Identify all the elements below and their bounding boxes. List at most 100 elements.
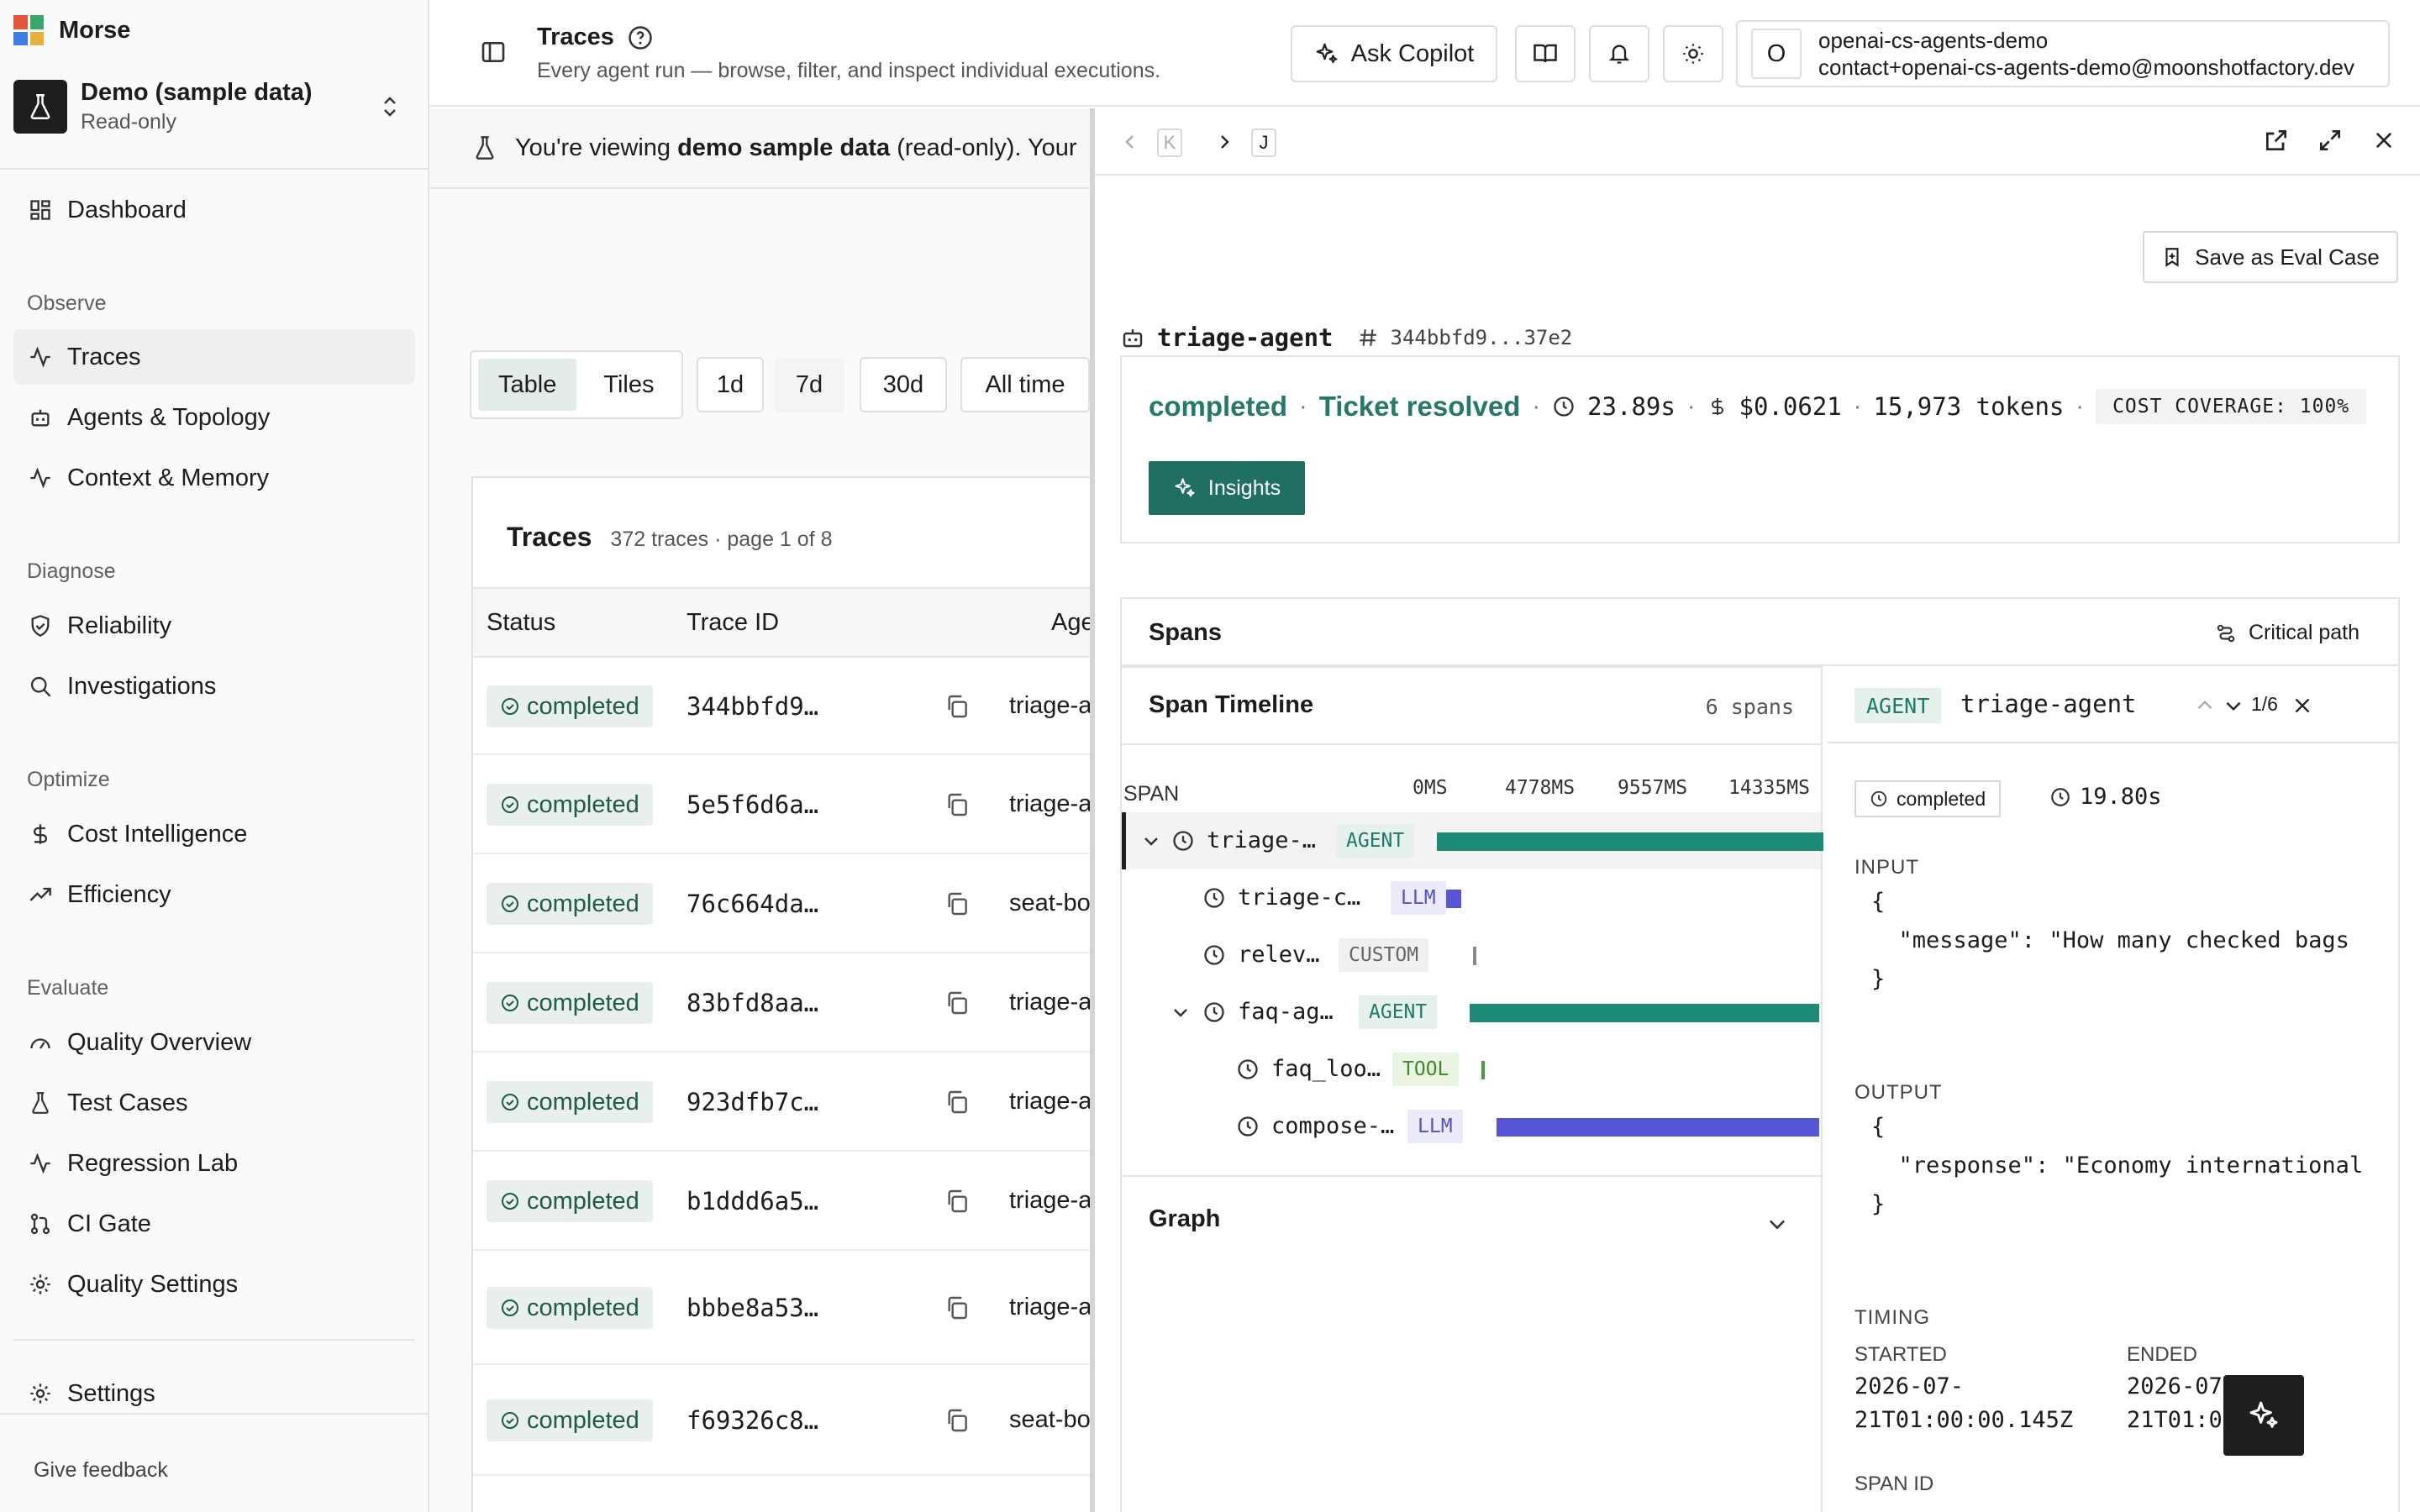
external-link-icon[interactable] — [2263, 127, 2290, 154]
close-icon[interactable] — [2291, 695, 2315, 718]
range-7d-button[interactable]: 7d — [774, 357, 844, 412]
copy-icon[interactable] — [944, 1188, 971, 1215]
span-row[interactable]: faq-ag… AGENT — [1122, 984, 1821, 1041]
ask-copilot-button[interactable]: Ask Copilot — [1291, 25, 1497, 82]
sparkles-icon — [2247, 1399, 2281, 1432]
separator: · — [1686, 392, 1696, 420]
trace-id-cell[interactable]: 83bfd8aa… — [687, 989, 818, 1017]
nav-dashboard[interactable]: Dashboard — [13, 182, 415, 238]
check-circle-icon — [500, 1191, 520, 1211]
copilot-fab-button[interactable] — [2223, 1375, 2304, 1456]
span-row[interactable]: relev… CUSTOM — [1122, 927, 1821, 984]
copy-icon[interactable] — [944, 791, 971, 818]
copy-icon[interactable] — [944, 890, 971, 917]
brand[interactable]: Morse — [13, 15, 130, 45]
column-trace-id[interactable]: Trace ID — [687, 609, 779, 637]
sidebar-toggle-icon[interactable] — [480, 39, 510, 69]
sun-icon — [1681, 42, 1705, 66]
clock-icon — [1202, 943, 1226, 967]
trace-id-cell[interactable]: f69326c8… — [687, 1406, 818, 1435]
avatar: O — [1751, 29, 1802, 79]
table-row[interactable]: completed bbbe8a53… triage-agent — [473, 1251, 1090, 1365]
trace-summary-card: completed · Ticket resolved · 23.89s · $… — [1120, 355, 2400, 543]
span-type-badge: TOOL — [1392, 1053, 1460, 1086]
notifications-button[interactable] — [1589, 25, 1649, 82]
maximize-icon[interactable] — [2317, 127, 2344, 154]
spans-title: Spans — [1149, 619, 1223, 646]
copy-icon[interactable] — [944, 1089, 971, 1116]
view-tiles-tab[interactable]: Tiles — [583, 359, 674, 411]
nav-quality-settings[interactable]: Quality Settings — [13, 1257, 415, 1312]
nav-context-memory[interactable]: Context & Memory — [13, 450, 415, 506]
range-30d-button[interactable]: 30d — [860, 357, 947, 412]
span-row[interactable]: triage-… AGENT — [1122, 812, 1823, 869]
graph-section[interactable]: Graph — [1122, 1177, 1823, 1512]
flask-icon — [27, 1089, 54, 1116]
table-row[interactable]: completed f69326c8… seat-booking — [473, 1365, 1090, 1476]
save-as-eval-case-button[interactable]: Save as Eval Case — [2143, 231, 2398, 283]
nav-traces[interactable]: Traces — [13, 329, 415, 385]
banner-suffix: (read-only). Your — [897, 134, 1077, 161]
trace-id-cell[interactable]: 923dfb7c… — [687, 1088, 818, 1116]
span-name: relev… — [1238, 942, 1320, 968]
nav-cost-intelligence[interactable]: Cost Intelligence — [13, 806, 415, 862]
chevron-right-icon[interactable] — [1214, 132, 1234, 152]
workspace-switcher[interactable]: Demo (sample data) Read-only — [13, 72, 415, 141]
span-status-badge: completed — [1854, 780, 2002, 817]
critical-path-toggle[interactable]: Critical path — [2215, 621, 2360, 645]
trace-status: completed — [1149, 391, 1288, 422]
trace-detail-drawer: K J Save as Eval Case triage-agent 344bb… — [1090, 108, 2420, 1512]
nav-test-cases[interactable]: Test Cases — [13, 1075, 415, 1131]
trace-id-cell[interactable]: b1ddd6a5… — [687, 1187, 818, 1215]
nav-investigations[interactable]: Investigations — [13, 659, 415, 714]
status-text: completed — [527, 1294, 639, 1321]
chevron-up-icon[interactable] — [2194, 695, 2217, 718]
table-row[interactable]: completed b1ddd6a5… triage-agent — [473, 1152, 1090, 1251]
span-name: triage-c… — [1238, 885, 1361, 911]
span-row[interactable]: triage-c… LLM — [1122, 869, 1821, 927]
docs-button[interactable] — [1515, 25, 1576, 82]
chevron-down-icon[interactable] — [1141, 831, 1161, 851]
account-menu[interactable]: O openai-cs-agents-demo contact+openai-c… — [1736, 20, 2390, 87]
nav-reliability[interactable]: Reliability — [13, 598, 415, 654]
check-circle-icon — [500, 1092, 520, 1112]
span-type-badge: AGENT — [1336, 824, 1415, 858]
chevron-down-icon[interactable] — [1171, 1002, 1191, 1022]
range-all-time-button[interactable]: All time — [960, 357, 1090, 412]
nav-regression-lab[interactable]: Regression Lab — [13, 1136, 415, 1191]
trace-id[interactable]: 344bbfd9...37e2 — [1391, 326, 1573, 349]
table-row[interactable]: completed 5e5f6d6a… triage-agent — [473, 755, 1090, 854]
trace-id-cell[interactable]: 344bbfd9… — [687, 692, 818, 721]
table-row[interactable]: completed 344bbfd9… triage-agent — [473, 658, 1090, 755]
table-row[interactable]: completed 76c664da… seat-booking — [473, 854, 1090, 953]
column-status[interactable]: Status — [487, 609, 555, 637]
table-row[interactable]: completed 923dfb7c… triage-agent — [473, 1053, 1090, 1152]
view-table-tab[interactable]: Table — [478, 359, 577, 411]
theme-toggle-button[interactable] — [1663, 25, 1723, 82]
gear-icon — [27, 1380, 54, 1407]
clock-icon — [1171, 829, 1195, 853]
copy-icon[interactable] — [944, 693, 971, 720]
span-row[interactable]: faq_loo… TOOL — [1122, 1041, 1821, 1098]
trace-id-cell[interactable]: bbbe8a53… — [687, 1294, 818, 1322]
close-icon[interactable] — [2372, 129, 2396, 152]
trace-id-cell[interactable]: 76c664da… — [687, 890, 818, 918]
give-feedback-link[interactable]: Give feedback — [34, 1458, 168, 1483]
range-1d-button[interactable]: 1d — [697, 357, 764, 412]
copy-icon[interactable] — [944, 990, 971, 1016]
span-row[interactable]: compose-… LLM — [1122, 1098, 1821, 1155]
nav-quality-overview[interactable]: Quality Overview — [13, 1015, 415, 1070]
table-row[interactable]: completed 83bfd8aa… triage-agent — [473, 953, 1090, 1053]
trace-id-cell[interactable]: 5e5f6d6a… — [687, 790, 818, 819]
chevron-down-icon[interactable] — [2223, 695, 2246, 718]
copy-icon[interactable] — [944, 1294, 971, 1321]
insights-button[interactable]: Insights — [1149, 461, 1305, 515]
span-name: faq_loo… — [1271, 1056, 1381, 1082]
copy-icon[interactable] — [944, 1407, 971, 1434]
chevron-left-icon[interactable] — [1120, 132, 1140, 152]
nav-ci-gate[interactable]: CI Gate — [13, 1196, 415, 1252]
nav-efficiency[interactable]: Efficiency — [13, 867, 415, 922]
help-icon[interactable] — [628, 25, 653, 50]
column-agent[interactable]: Agent — [1051, 609, 1090, 637]
nav-agents-topology[interactable]: Agents & Topology — [13, 390, 415, 445]
